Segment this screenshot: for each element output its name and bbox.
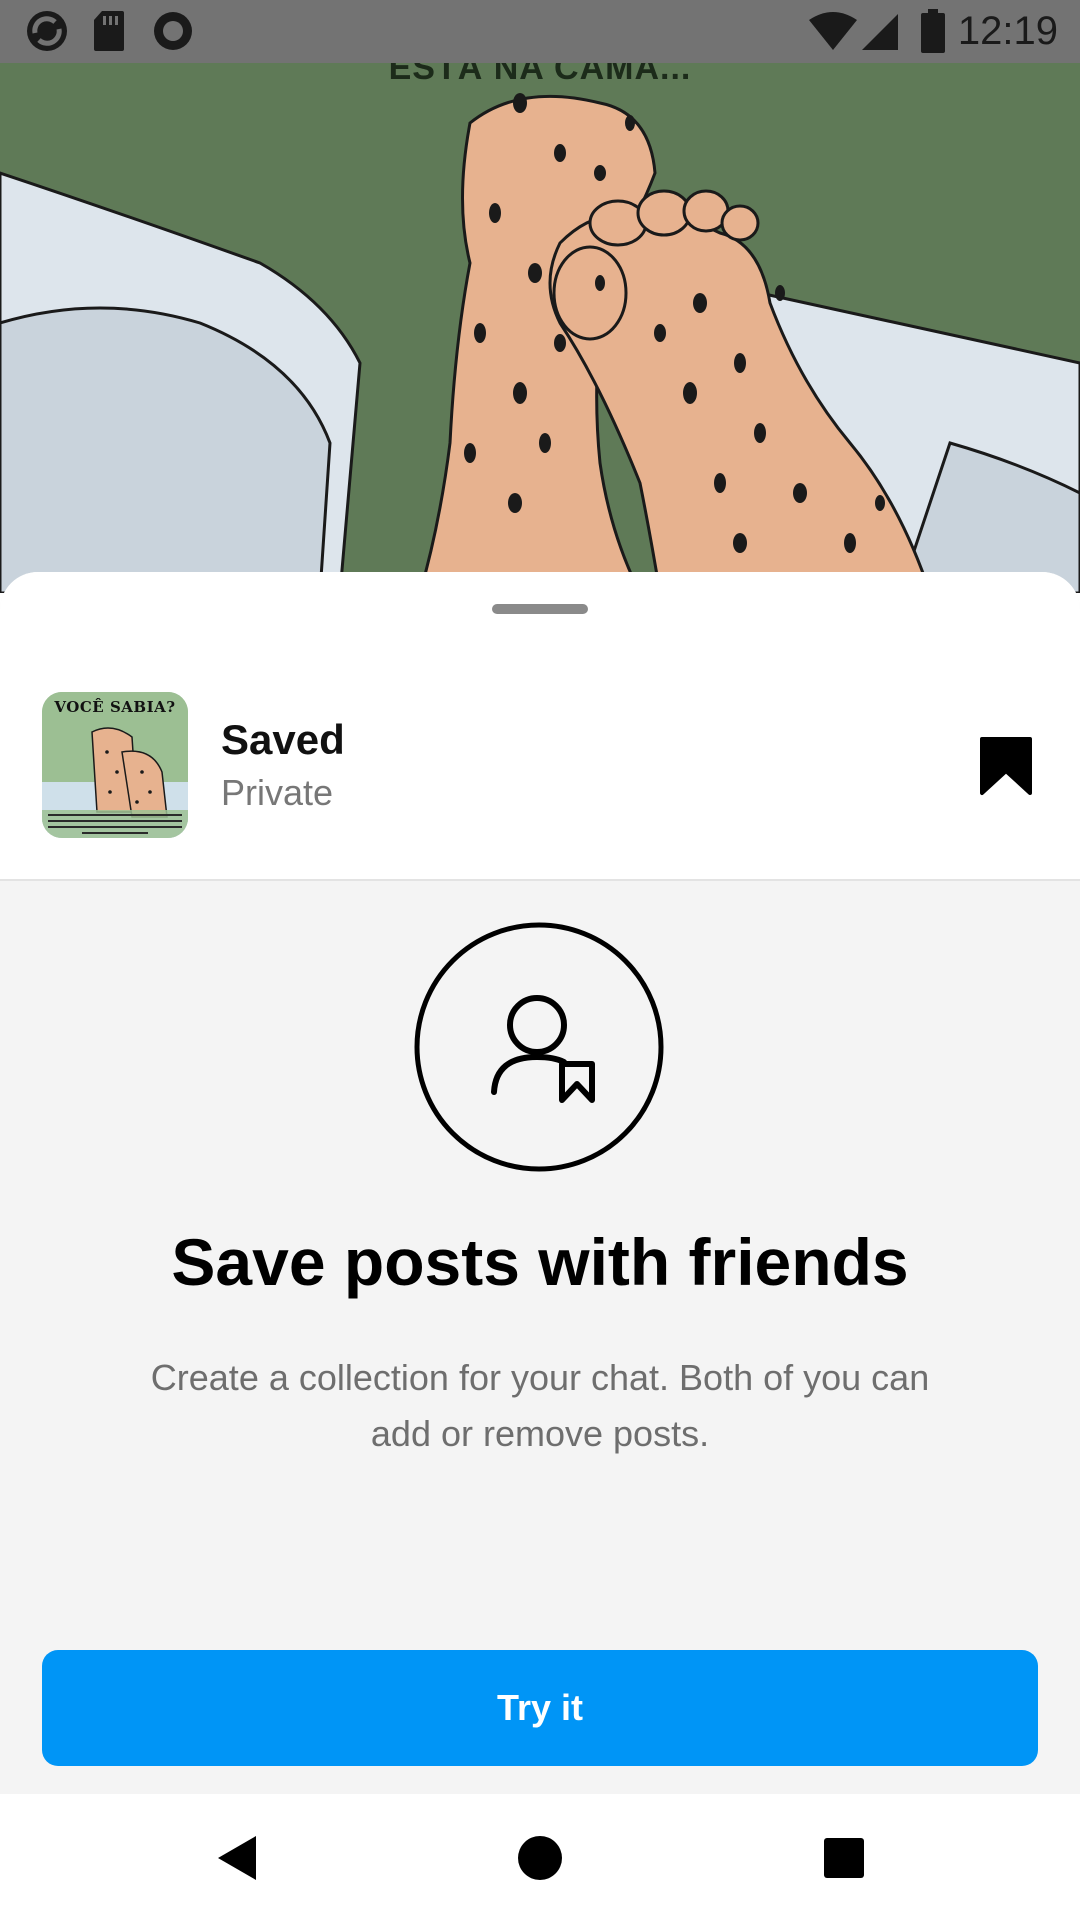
status-bar: 12:19: [0, 0, 1080, 63]
wifi-icon: [809, 12, 857, 50]
collection-thumbnail[interactable]: VOCÊ SABIA?: [42, 692, 188, 838]
empty-state-description: Create a collection for your chat. Both …: [150, 1357, 930, 1454]
bookmark-filled-icon[interactable]: [978, 735, 1034, 797]
post-caption-fragment: ESTÁ NA CAMA...: [388, 63, 692, 85]
drag-handle[interactable]: [492, 604, 588, 614]
feet-illustration: [0, 63, 1080, 593]
signal-icon: [862, 14, 898, 50]
collection-name[interactable]: Saved: [221, 716, 345, 764]
person-bookmark-icon: [414, 922, 664, 1172]
try-it-button[interactable]: Try it: [42, 1650, 1038, 1766]
battery-icon: [921, 9, 945, 53]
status-time: 12:19: [957, 9, 1058, 53]
sd-card-icon: [94, 11, 124, 51]
system-nav-bar: [0, 1794, 1080, 1920]
home-icon[interactable]: [514, 1832, 566, 1884]
thumbnail-title: VOCÊ SABIA?: [54, 698, 176, 716]
record-icon: [154, 12, 192, 50]
recents-icon[interactable]: [818, 1832, 870, 1884]
background-post-image: ESTÁ NA CAMA...: [0, 63, 1080, 593]
empty-state-title: Save posts with friends: [171, 1225, 909, 1299]
collection-privacy: Private: [221, 772, 334, 813]
back-icon[interactable]: [212, 1832, 264, 1884]
save-bottom-sheet: VOCÊ SABIA? Saved Private Save posts wit…: [0, 572, 1080, 1794]
sync-icon: [27, 11, 67, 51]
collection-header: VOCÊ SABIA? Saved Private: [0, 572, 1080, 881]
